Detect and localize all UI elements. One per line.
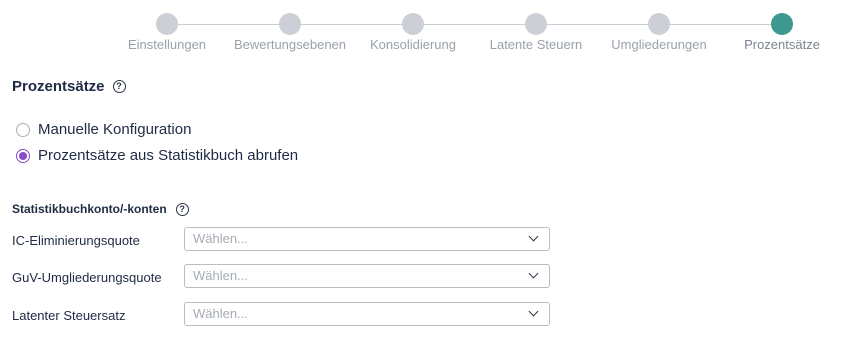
chevron-down-icon (528, 268, 539, 279)
step-dot (402, 13, 424, 35)
chevron-down-icon (528, 306, 539, 317)
step-label: Einstellungen (127, 37, 207, 52)
radio-button-checked[interactable] (16, 148, 30, 163)
step-label: Konsolidierung (369, 37, 456, 52)
step-label: Umgliederungen (611, 37, 707, 52)
step-prozentsaetze[interactable]: Prozentsätze (722, 13, 842, 52)
radio-statbook[interactable]: Prozentsätze aus Statistikbuch abrufen (16, 147, 298, 164)
step-konsolidierung[interactable]: Konsolidierung (353, 13, 473, 52)
guv-reclassification-select[interactable]: Wählen... (184, 264, 550, 288)
radio-label: Prozentsätze aus Statistikbuch abrufen (38, 147, 299, 164)
step-dot (156, 13, 178, 35)
step-label: Bewertungsebenen (233, 37, 347, 52)
field-row-ic-elimination: IC-Eliminierungsquote Wählen... (12, 227, 552, 251)
select-placeholder: Wählen... (193, 268, 248, 283)
radio-button[interactable] (16, 122, 30, 137)
help-circle-icon[interactable]: ? (175, 202, 189, 216)
step-umgliederungen[interactable]: Umgliederungen (599, 13, 719, 52)
step-dot (648, 13, 670, 35)
accounts-header: Statistikbuchkonto/-konten ? (12, 202, 189, 216)
step-dot-active (771, 13, 793, 35)
step-bewertungsebenen[interactable]: Bewertungsebenen (230, 13, 350, 52)
radio-label: Manuelle Konfiguration (38, 121, 192, 138)
page-title: Prozentsätze (12, 78, 105, 95)
step-dot (525, 13, 547, 35)
accounts-title: Statistikbuchkonto/-konten (12, 202, 167, 216)
step-einstellungen[interactable]: Einstellungen (107, 13, 227, 52)
field-label: IC-Eliminierungsquote (12, 233, 140, 248)
step-label: Latente Steuern (489, 37, 583, 52)
section-header: Prozentsätze ? (12, 78, 126, 95)
step-label: Prozentsätze (744, 37, 820, 52)
field-row-guv-reclassification: GuV-Umgliederungsquote Wählen... (12, 264, 552, 288)
field-label: GuV-Umgliederungsquote (12, 270, 162, 285)
field-label: Latenter Steuersatz (12, 308, 126, 323)
radio-manual-config[interactable]: Manuelle Konfiguration (16, 121, 191, 138)
wizard-stepper: Einstellungen Bewertungsebenen Konsolidi… (0, 0, 848, 60)
chevron-down-icon (528, 231, 539, 242)
select-placeholder: Wählen... (193, 231, 248, 246)
deferred-tax-rate-select[interactable]: Wählen... (184, 302, 550, 326)
help-circle-icon[interactable]: ? (112, 80, 126, 93)
ic-elimination-select[interactable]: Wählen... (184, 227, 550, 251)
select-placeholder: Wählen... (193, 306, 248, 321)
step-dot (279, 13, 301, 35)
step-latente-steuern[interactable]: Latente Steuern (476, 13, 596, 52)
field-row-deferred-tax-rate: Latenter Steuersatz Wählen... (12, 302, 552, 326)
